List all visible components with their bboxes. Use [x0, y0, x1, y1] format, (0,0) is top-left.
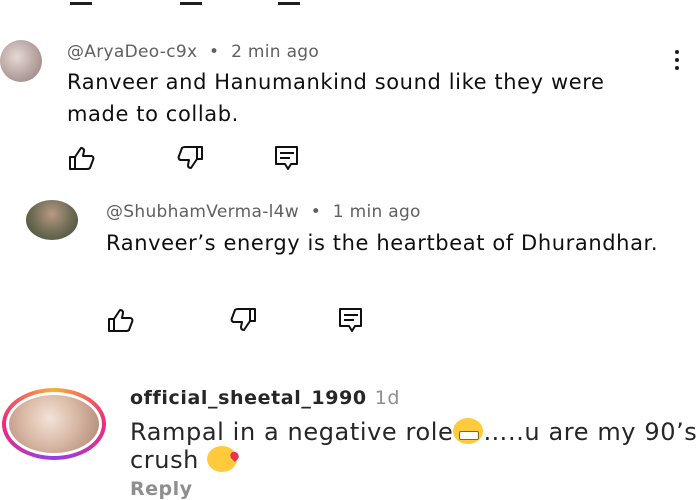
comment-meta: @ShubhamVerma-l4w • 1 min ago: [106, 202, 421, 222]
comment-author-handle[interactable]: @ShubhamVerma-l4w: [106, 202, 299, 222]
comment-author-handle[interactable]: @AryaDeo-c9x: [67, 42, 197, 62]
cropped-reply-icon: [278, 0, 300, 5]
meta-separator: •: [310, 202, 322, 222]
comment-meta: official_sheetal_1990 1d: [130, 387, 400, 409]
comment-author-username[interactable]: official_sheetal_1990: [130, 387, 367, 409]
comment-text: Rampal in a negative role …..u are my 90’…: [130, 418, 698, 474]
reply-button[interactable]: Reply: [130, 478, 193, 500]
comment-text: Ranveer and Hanumankind sound like they …: [67, 70, 605, 126]
more-options-icon[interactable]: [672, 50, 682, 76]
comment-timestamp: 2 min ago: [231, 42, 320, 62]
grimacing-face-emoji: [453, 418, 484, 444]
like-icon[interactable]: [67, 145, 97, 171]
cropped-action-row: [60, 0, 320, 5]
dislike-icon[interactable]: [228, 307, 258, 333]
avatar[interactable]: [6, 392, 102, 456]
comment-timestamp: 1 min ago: [332, 202, 421, 222]
cropped-dislike-icon: [180, 0, 202, 5]
face-blowing-kiss-emoji: [207, 446, 238, 472]
like-icon[interactable]: [106, 307, 136, 333]
comment-meta: @AryaDeo-c9x • 2 min ago: [67, 42, 319, 62]
comment-text: Ranveer’s energy is the heartbeat of Dhu…: [106, 231, 659, 255]
reply-icon[interactable]: [272, 145, 302, 171]
meta-separator: •: [209, 42, 220, 62]
reply-icon[interactable]: [336, 307, 366, 333]
avatar[interactable]: [26, 200, 78, 240]
avatar[interactable]: [0, 40, 42, 82]
dislike-icon[interactable]: [175, 145, 205, 171]
comment-age: 1d: [374, 387, 401, 409]
cropped-like-icon: [70, 0, 92, 5]
comment-text-part1: Rampal in a negative role: [130, 418, 454, 446]
